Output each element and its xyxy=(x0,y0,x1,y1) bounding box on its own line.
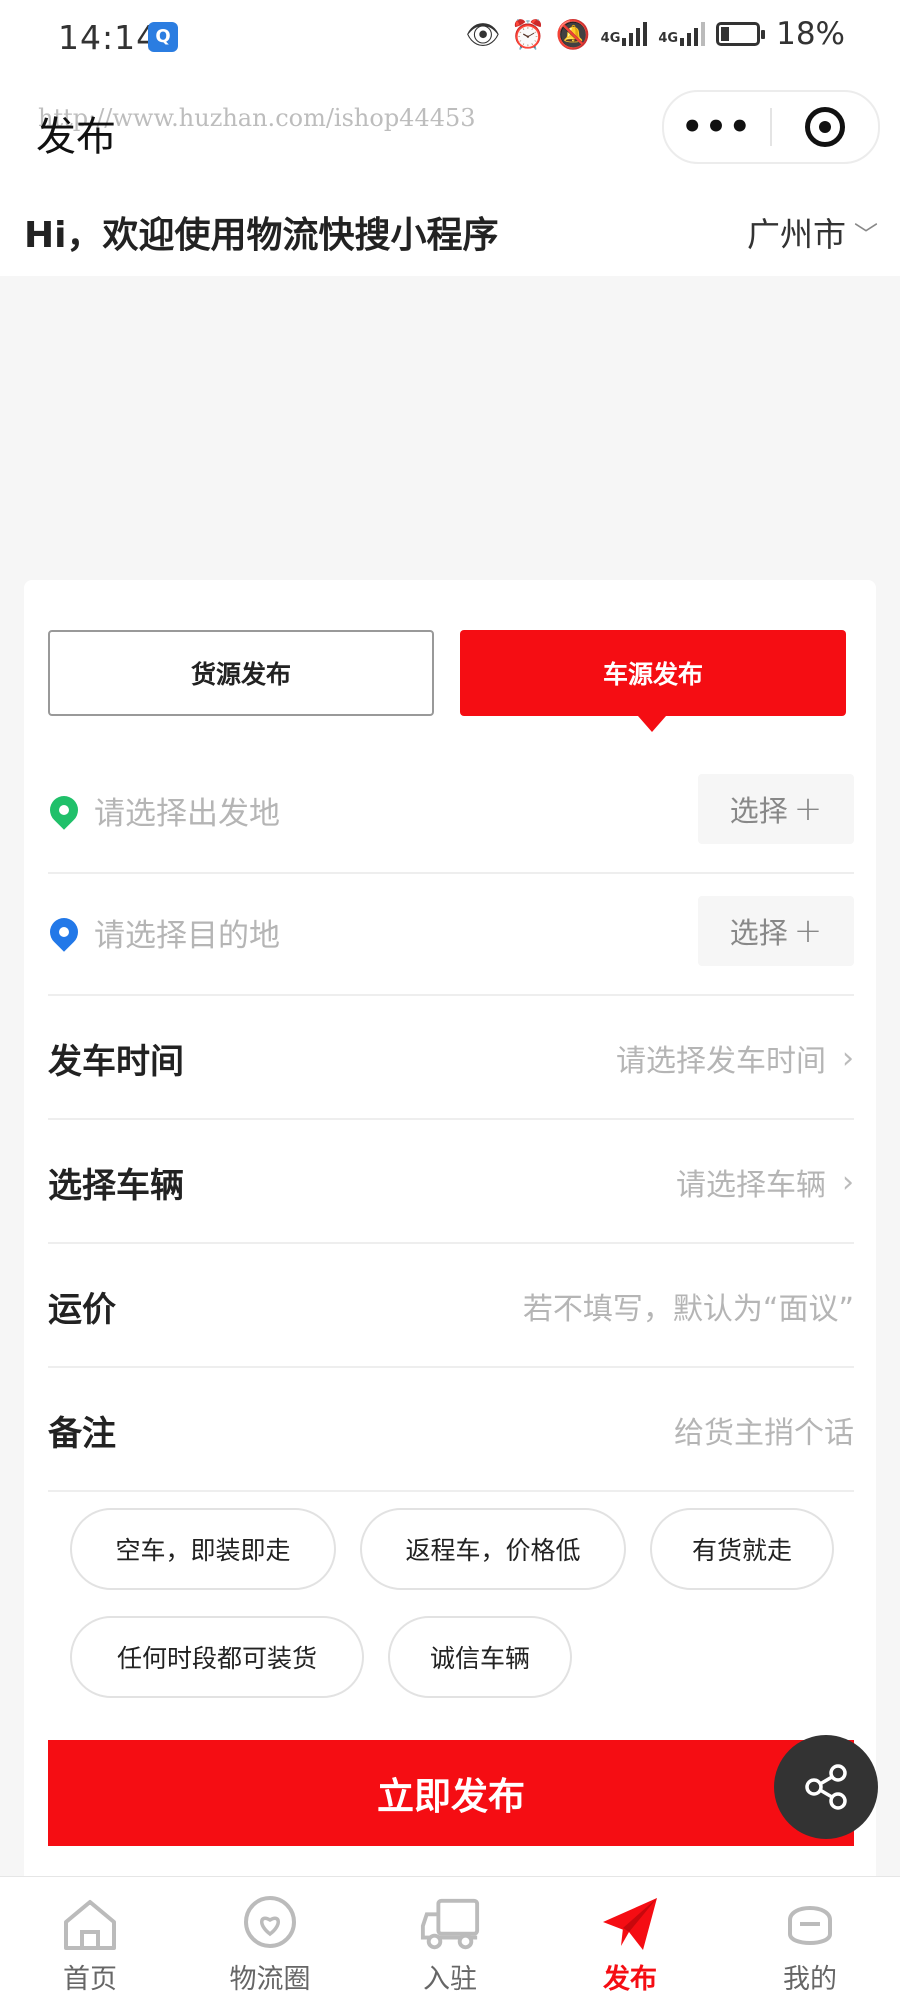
tab-label: 首页 xyxy=(63,1964,117,1995)
publish-card: 货源发布 车源发布 请选择出发地 选择 + 请选择目的地 选择 + 发车时间 请… xyxy=(24,580,876,1910)
choose-label: 选择 xyxy=(729,916,788,950)
mute-bell-icon: 🔕 xyxy=(555,17,591,51)
location-pin-icon xyxy=(44,912,84,952)
tab-home[interactable]: 首页 xyxy=(0,1877,180,2001)
origin-placeholder: 请选择出发地 xyxy=(94,796,280,832)
vehicle-field[interactable]: 选择车辆 请选择车辆 › xyxy=(48,1120,854,1244)
battery-percent: 18% xyxy=(776,16,845,52)
vehicle-label: 选择车辆 xyxy=(48,1166,184,1206)
close-miniprogram-button[interactable] xyxy=(772,107,878,147)
origin-row[interactable]: 请选择出发地 选择 + xyxy=(44,752,854,874)
choose-label: 选择 xyxy=(729,794,788,828)
more-menu-button[interactable]: ••• xyxy=(664,107,770,147)
remark-label: 备注 xyxy=(48,1414,116,1454)
tab-label: 发布 xyxy=(603,1964,657,1995)
tab-label: 入驻 xyxy=(423,1964,477,1995)
departure-time-field[interactable]: 发车时间 请选择发车时间 › xyxy=(48,996,854,1120)
greeting-text: Hi，欢迎使用物流快搜小程序 xyxy=(24,215,499,256)
plus-icon: + xyxy=(793,789,823,829)
miniprogram-capsule: ••• xyxy=(662,90,880,164)
tab-join[interactable]: 入驻 xyxy=(360,1877,540,2001)
chevron-right-icon: › xyxy=(842,1164,854,1200)
chevron-right-icon: › xyxy=(842,1040,854,1076)
departure-time-label: 发车时间 xyxy=(48,1042,184,1082)
signal-icon-2: 4G xyxy=(658,22,706,46)
tab-label: 我的 xyxy=(783,1964,837,1995)
truck-icon xyxy=(419,1893,481,1955)
status-bar: 14:14 Q 👁 ⏰ 🔕 4G 4G 18% xyxy=(0,0,900,82)
vehicle-placeholder: 请选择车辆 xyxy=(676,1168,826,1203)
tab-publish[interactable]: 发布 xyxy=(540,1877,720,2001)
heart-chat-icon xyxy=(239,1893,301,1955)
tab-cargo-publish[interactable]: 货源发布 xyxy=(48,630,434,716)
city-name: 广州市 xyxy=(747,215,846,254)
chevron-down-icon: ﹀ xyxy=(854,220,878,249)
plus-icon: + xyxy=(793,911,823,951)
tab-logistics-circle[interactable]: 物流圈 xyxy=(180,1877,360,2001)
eye-icon: 👁 xyxy=(465,17,501,51)
status-time: 14:14 xyxy=(58,18,159,57)
submit-button[interactable]: 立即发布 xyxy=(48,1740,854,1846)
signal-icon: 4G xyxy=(601,22,649,46)
choose-origin-button[interactable]: 选择 + xyxy=(698,774,854,844)
quick-tag[interactable]: 空车，即装即走 xyxy=(70,1508,336,1590)
face-icon xyxy=(779,1893,841,1955)
greeting-bar: Hi，欢迎使用物流快搜小程序 广州市 ﹀ xyxy=(0,192,900,276)
destination-placeholder: 请选择目的地 xyxy=(94,918,280,954)
departure-time-placeholder: 请选择发车时间 xyxy=(616,1044,826,1079)
share-button[interactable] xyxy=(774,1735,878,1839)
remark-field[interactable]: 备注 给货主捎个话 xyxy=(48,1368,854,1492)
page-title: 发布 xyxy=(36,114,116,160)
choose-destination-button[interactable]: 选择 + xyxy=(698,896,854,966)
battery-icon xyxy=(716,22,766,46)
tab-vehicle-publish[interactable]: 车源发布 xyxy=(460,630,846,732)
remark-input[interactable]: 给货主捎个话 xyxy=(674,1408,854,1452)
city-selector[interactable]: 广州市 ﹀ xyxy=(747,208,878,256)
freight-input[interactable]: 若不填写，默认为“面议” xyxy=(523,1284,854,1328)
notification-app-icon: Q xyxy=(148,22,178,52)
quick-tag[interactable]: 诚信车辆 xyxy=(388,1616,572,1698)
destination-row[interactable]: 请选择目的地 选择 + xyxy=(44,874,854,996)
location-pin-icon xyxy=(44,790,84,830)
status-indicators: 👁 ⏰ 🔕 4G 4G 18% xyxy=(465,16,845,52)
home-icon xyxy=(59,1893,121,1955)
quick-tag[interactable]: 返程车，价格低 xyxy=(360,1508,626,1590)
nav-bar: http://www.huzhan.com/ishop44453 发布 ••• xyxy=(0,82,900,192)
quick-tag[interactable]: 任何时段都可装货 xyxy=(70,1616,364,1698)
alarm-icon: ⏰ xyxy=(510,17,546,51)
freight-label: 运价 xyxy=(48,1290,116,1330)
target-icon xyxy=(805,107,845,147)
freight-field[interactable]: 运价 若不填写，默认为“面议” xyxy=(48,1244,854,1368)
bottom-tab-bar: 首页 物流圈 入驻 发布 我的 xyxy=(0,1876,900,2001)
tab-label: 物流圈 xyxy=(229,1964,311,1995)
tab-mine[interactable]: 我的 xyxy=(720,1877,900,2001)
share-icon xyxy=(805,1764,847,1810)
paper-plane-icon xyxy=(599,1893,661,1955)
quick-tag[interactable]: 有货就走 xyxy=(650,1508,834,1590)
